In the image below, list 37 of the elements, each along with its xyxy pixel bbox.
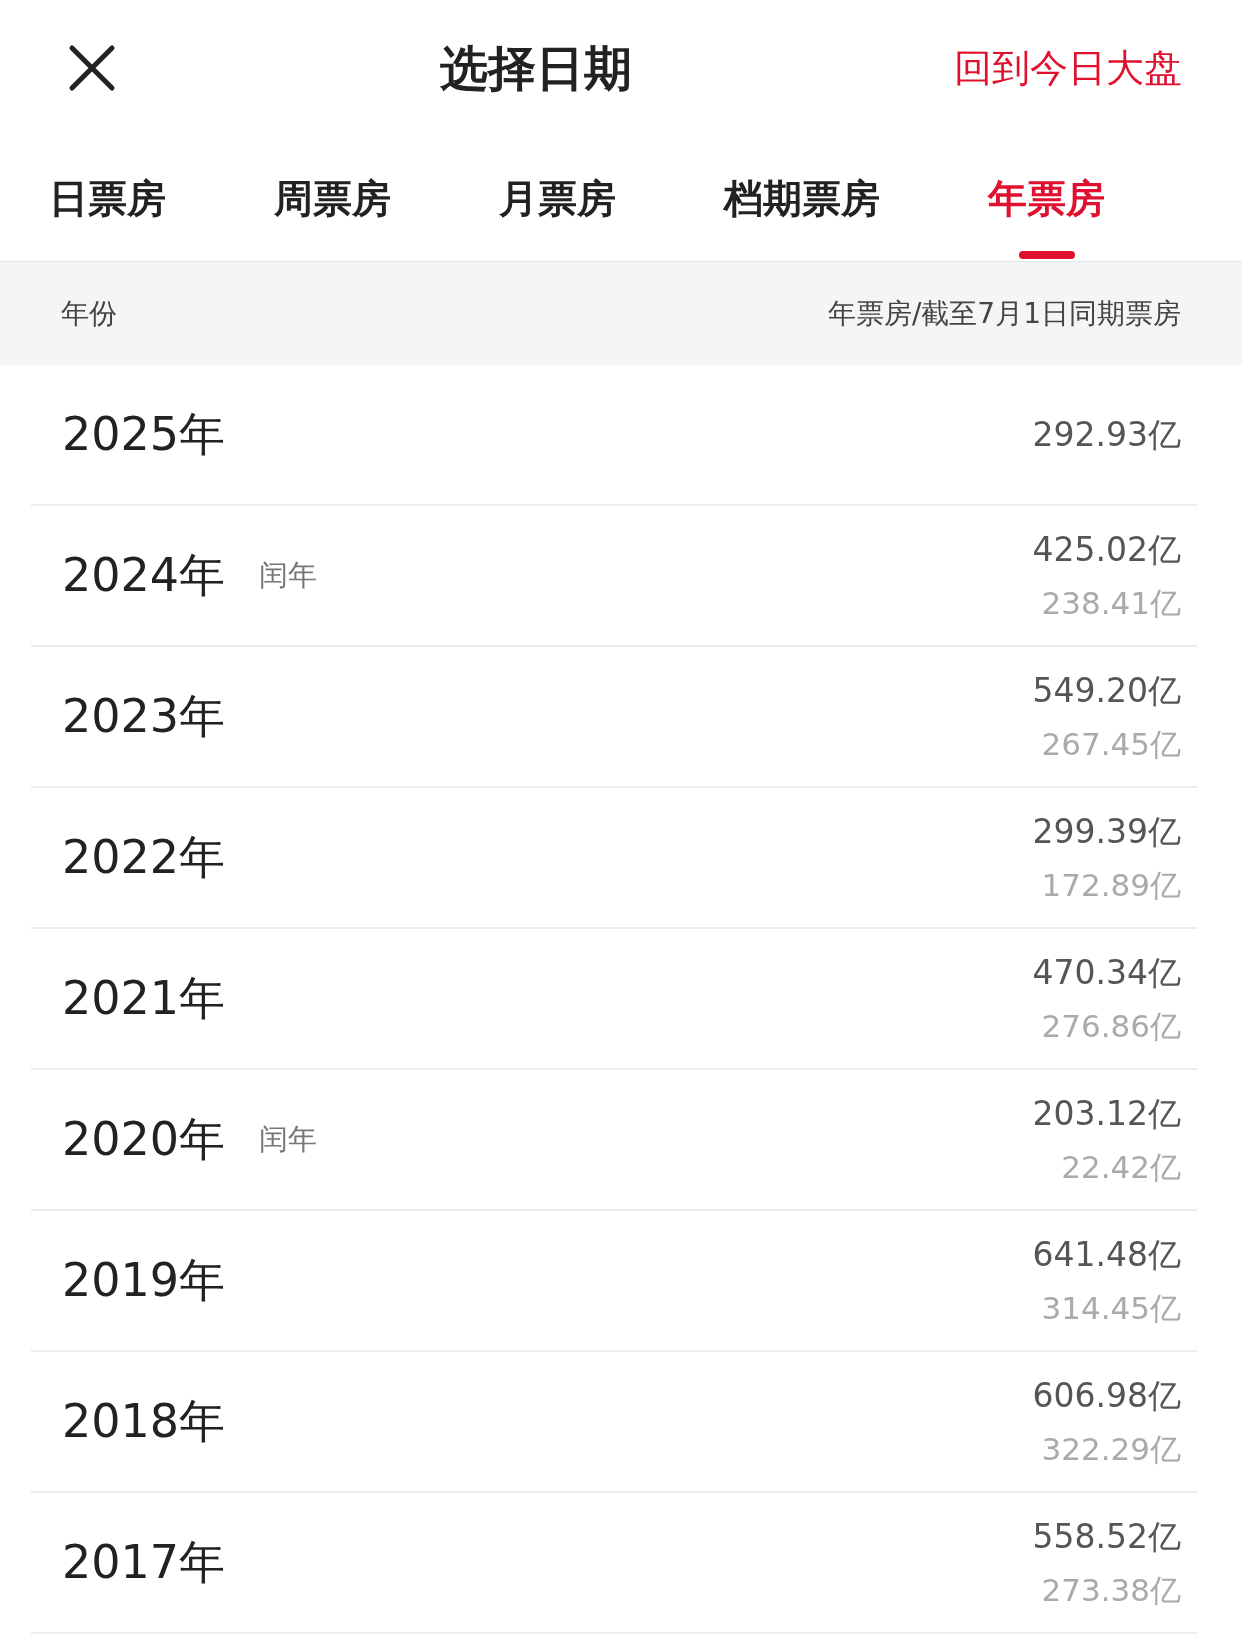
annual-box-office: 203.12亿 xyxy=(1032,1092,1181,1135)
tab[interactable]: 档期票房 xyxy=(724,136,880,259)
same-period-box-office: 322.29亿 xyxy=(1041,1430,1181,1469)
year-label: 2020年 xyxy=(62,1111,226,1168)
annual-box-office: 558.52亿 xyxy=(1032,1515,1181,1558)
annual-box-office: 606.98亿 xyxy=(1032,1374,1181,1417)
annual-box-office: 292.93亿 xyxy=(1032,413,1181,456)
same-period-box-office: 276.86亿 xyxy=(1041,1007,1181,1046)
same-period-box-office: 267.45亿 xyxy=(1041,725,1181,764)
tab[interactable]: 年票房 xyxy=(988,136,1105,259)
tab[interactable]: 周票房 xyxy=(274,136,391,259)
annual-box-office: 425.02亿 xyxy=(1032,528,1181,571)
same-period-box-office: 172.89亿 xyxy=(1041,866,1181,905)
leap-year-tag: 闰年 xyxy=(259,553,318,598)
column-header: 年份 xyxy=(61,295,117,332)
year-label: 2024年 xyxy=(62,547,226,604)
year-label: 2021年 xyxy=(62,970,226,1027)
year-label: 2018年 xyxy=(62,1393,226,1450)
year-label: 2017年 xyxy=(62,1534,226,1591)
annual-box-office: 470.34亿 xyxy=(1032,951,1181,994)
year-label: 2023年 xyxy=(62,688,226,745)
tab[interactable]: 日票房 xyxy=(49,136,166,259)
page-title: 选择日期 xyxy=(440,39,632,98)
year-label: 2022年 xyxy=(62,829,226,886)
tab[interactable]: 月票房 xyxy=(499,136,616,259)
annual-box-office: 299.39亿 xyxy=(1032,810,1181,853)
column-header: 年票房/截至7月1日同期票房 xyxy=(827,295,1181,332)
annual-box-office: 549.20亿 xyxy=(1032,669,1181,712)
year-label: 2025年 xyxy=(62,406,226,463)
same-period-box-office: 238.41亿 xyxy=(1041,584,1181,623)
same-period-box-office: 22.42亿 xyxy=(1061,1148,1181,1187)
same-period-box-office: 273.38亿 xyxy=(1041,1571,1181,1610)
same-period-box-office: 314.45亿 xyxy=(1041,1289,1181,1328)
annual-box-office: 641.48亿 xyxy=(1032,1233,1181,1276)
leap-year-tag: 闰年 xyxy=(259,1117,318,1162)
back-to-today-link[interactable]: 回到今日大盘 xyxy=(954,39,1182,97)
year-label: 2019年 xyxy=(62,1252,226,1309)
